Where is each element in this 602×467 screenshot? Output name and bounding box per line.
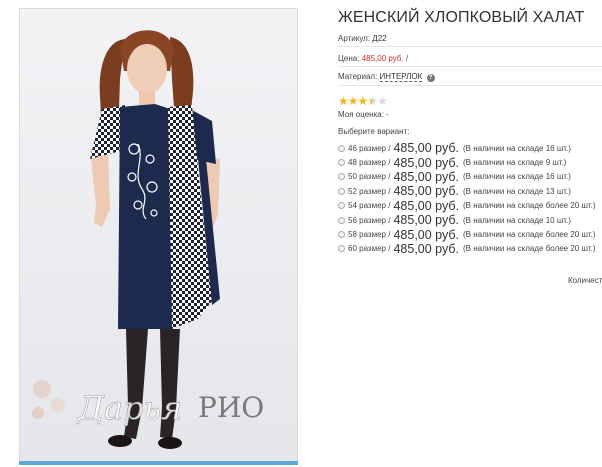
radio-button[interactable]: [338, 187, 345, 195]
divider: [338, 66, 602, 67]
variant-size: 52 размер: [348, 186, 386, 196]
product-photo[interactable]: Дарья РИО: [19, 8, 298, 464]
radio-button[interactable]: [338, 202, 345, 210]
variant-option[interactable]: 58 размер / 485,00 руб. (В наличии на ск…: [338, 227, 602, 242]
my-rating-label: Моя оценка:: [338, 110, 384, 119]
radio-button[interactable]: [338, 245, 345, 253]
variant-price: 485,00 руб.: [393, 227, 460, 242]
variant-stock: (В наличии на складе 16 шт.): [463, 172, 571, 182]
variant-list: 46 размер / 485,00 руб. (В наличии на ск…: [338, 141, 602, 256]
article-label: Артикул:: [338, 34, 371, 43]
variant-price: 485,00 руб.: [393, 184, 460, 199]
product-title: ЖЕНСКИЙ ХЛОПКОВЫЙ ХАЛАТ: [338, 9, 585, 26]
variant-separator: /: [388, 201, 391, 211]
watermark-brand: РИО: [198, 391, 264, 424]
divider: [338, 46, 602, 47]
material-label: Материал:: [338, 72, 378, 81]
price-label: Цена:: [338, 54, 360, 63]
rating-stars[interactable]: ★★★★★: [338, 94, 388, 108]
variant-option[interactable]: 54 размер / 485,00 руб. (В наличии на ск…: [338, 199, 602, 213]
material-row: Материал: ИНТЕРЛОК ?: [338, 72, 435, 82]
radio-button[interactable]: [338, 216, 345, 224]
variant-price: 485,00 руб.: [393, 213, 460, 228]
variant-price: 485,00 руб.: [393, 141, 460, 156]
divider: [338, 85, 602, 86]
variant-separator: /: [388, 230, 391, 240]
price-value: 485,00 руб.: [361, 54, 404, 63]
radio-button[interactable]: [338, 173, 345, 181]
variant-option[interactable]: 50 размер / 485,00 руб. (В наличии на ск…: [338, 170, 602, 184]
variant-option[interactable]: 60 размер / 485,00 руб. (В наличии на ск…: [338, 242, 602, 256]
variant-option[interactable]: 56 размер / 485,00 руб. (В наличии на ск…: [338, 213, 602, 227]
article-value: Д22: [372, 34, 387, 43]
star-half-icon[interactable]: ★: [367, 94, 378, 108]
variant-separator: /: [388, 215, 391, 225]
material-link[interactable]: ИНТЕРЛОК: [379, 72, 423, 82]
watermark-name: Дарья: [76, 389, 182, 427]
variant-stock: (В наличии на складе 10 шт.): [463, 215, 571, 225]
star-icon[interactable]: ★: [358, 94, 369, 108]
variant-separator: /: [388, 158, 391, 168]
variant-size: 50 размер: [348, 172, 386, 182]
variant-stock: (В наличии на складе более 20 шт.): [463, 230, 596, 240]
variant-price: 485,00 руб.: [393, 198, 460, 213]
variant-separator: /: [388, 143, 391, 153]
my-rating-value: -: [386, 110, 389, 119]
price-row: Цена: 485,00 руб. /: [338, 54, 408, 63]
article-row: Артикул: Д22: [338, 34, 387, 43]
product-image: Дарья РИО: [20, 9, 297, 463]
variant-separator: /: [388, 186, 391, 196]
variant-separator: /: [388, 172, 391, 182]
variant-option[interactable]: 52 размер / 485,00 руб. (В наличии на ск…: [338, 184, 602, 198]
star-icon[interactable]: ★: [338, 94, 349, 108]
variant-size: 58 размер: [348, 230, 386, 240]
variant-stock: (В наличии на складе более 20 шт.): [463, 201, 596, 211]
photo-bottom-bar: [19, 461, 298, 465]
variant-stock: (В наличии на складе 16 шт.): [463, 143, 571, 153]
quantity-label: Количество:: [568, 276, 602, 285]
variant-size: 60 размер: [348, 244, 386, 254]
variant-separator: /: [388, 244, 391, 254]
variant-size: 46 размер: [348, 143, 386, 153]
help-icon[interactable]: ?: [426, 74, 435, 82]
variant-option[interactable]: 48 размер / 485,00 руб. (В наличии на ск…: [338, 155, 602, 170]
radio-button[interactable]: [338, 231, 345, 239]
radio-button[interactable]: [338, 144, 345, 152]
variant-price: 485,00 руб.: [393, 241, 460, 256]
variant-stock: (В наличии на складе 13 шт.): [463, 186, 571, 196]
variant-price: 485,00 руб.: [393, 155, 460, 170]
radio-button[interactable]: [338, 159, 345, 167]
variant-stock: (В наличии на складе 9 шт.): [463, 158, 567, 168]
star-icon[interactable]: ★: [348, 94, 359, 108]
my-rating-row: Моя оценка: -: [338, 110, 389, 119]
variant-price: 485,00 руб.: [393, 169, 460, 184]
variant-size: 54 размер: [348, 201, 386, 211]
price-separator: /: [405, 54, 409, 63]
variant-stock: (В наличии на складе более 20 шт.): [463, 244, 596, 254]
variant-option[interactable]: 46 размер / 485,00 руб. (В наличии на ск…: [338, 141, 602, 155]
variant-size: 56 размер: [348, 215, 386, 225]
choose-variant-label: Выберите вариант:: [338, 127, 410, 136]
star-empty-icon[interactable]: ★: [377, 94, 388, 108]
variant-size: 48 размер: [348, 158, 386, 168]
